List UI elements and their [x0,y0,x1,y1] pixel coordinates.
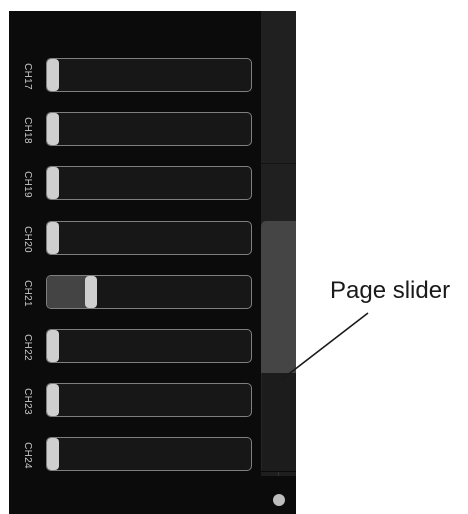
fader-thumb[interactable] [47,330,59,362]
rail-end-marker [261,472,296,476]
channel-label: CH23 [21,387,33,415]
page-slider-thumb[interactable] [261,221,296,373]
channel-label: CH22 [21,333,33,361]
channel-row-ch20: CH20 [9,219,261,259]
channel-label: CH20 [21,225,33,253]
channel-fader[interactable] [46,221,252,255]
channel-label: CH21 [21,279,33,307]
channel-fader[interactable] [46,166,252,200]
fader-thumb[interactable] [47,167,59,199]
channel-label-box: CH24 [9,435,45,475]
fader-thumb[interactable] [47,384,59,416]
channel-fader[interactable] [46,275,252,309]
channel-label-box: CH20 [9,219,45,259]
channel-row-ch21: CH21 [9,273,261,313]
page-indicator-dot[interactable] [273,494,285,506]
channel-label-box: CH22 [9,327,45,367]
channel-fader[interactable] [46,383,252,417]
fader-thumb[interactable] [47,59,59,91]
channel-label: CH17 [21,62,33,90]
channel-row-ch17: CH17 [9,56,261,96]
fader-thumb[interactable] [47,438,59,470]
channel-row-ch18: CH18 [9,110,261,150]
channel-label-box: CH21 [9,273,45,313]
fader-thumb[interactable] [47,222,59,254]
channel-label-box: CH17 [9,56,45,96]
rail-segment [261,11,296,164]
channel-fader[interactable] [46,112,252,146]
fader-thumb[interactable] [47,113,59,145]
page-slider-callout-label: Page slider [330,277,451,304]
channel-fader[interactable] [46,58,252,92]
channel-label-box: CH19 [9,164,45,204]
channel-fader-list: CH17 CH18 CH19 CH20 CH21 CH22 CH23 CH24 [9,11,261,514]
channel-fader[interactable] [46,329,252,363]
channel-row-ch24: CH24 [9,435,261,475]
channel-fader[interactable] [46,437,252,471]
mixer-screen: CH17 CH18 CH19 CH20 CH21 CH22 CH23 CH24 [9,11,296,514]
channel-label: CH19 [21,170,33,198]
fader-thumb[interactable] [85,276,98,308]
channel-label: CH24 [21,441,33,469]
channel-label-box: CH18 [9,110,45,150]
channel-label-box: CH23 [9,381,45,421]
channel-row-ch19: CH19 [9,164,261,204]
channel-label: CH18 [21,116,33,144]
channel-row-ch22: CH22 [9,327,261,367]
channel-row-ch23: CH23 [9,381,261,421]
